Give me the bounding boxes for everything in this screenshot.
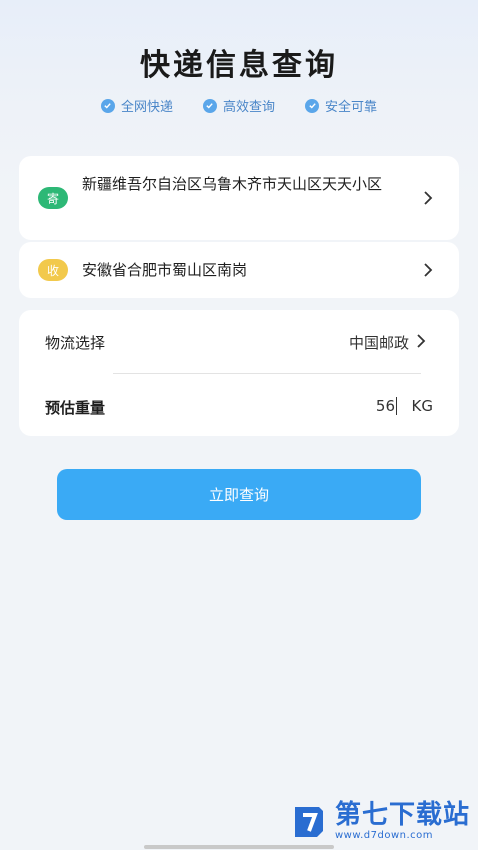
feature-item: 全网快递 bbox=[100, 96, 173, 115]
feature-label: 安全可靠 bbox=[325, 100, 378, 115]
watermark: 第七下载站 www.d7down.com bbox=[289, 800, 470, 841]
page-title: 快递信息查询 bbox=[140, 48, 338, 83]
logistics-value: 中国邮政 bbox=[348, 334, 409, 352]
receiver-address: 安徽省合肥市蜀山区南岗 bbox=[82, 261, 248, 279]
weight-label: 预估重量 bbox=[45, 399, 106, 417]
chevron-right-icon bbox=[417, 334, 426, 348]
watermark-logo-icon bbox=[294, 806, 323, 837]
options-card: 物流选择 中国邮政 预估重量 56 KG bbox=[19, 310, 459, 436]
feature-item: 安全可靠 bbox=[305, 96, 377, 115]
text-cursor bbox=[396, 397, 397, 415]
watermark-name: 第七下载站 bbox=[334, 800, 470, 830]
receiver-badge: 收 bbox=[38, 259, 68, 281]
receiver-address-card[interactable]: 收 安徽省合肥市蜀山区南岗 bbox=[19, 242, 459, 298]
query-button[interactable]: 立即查询 bbox=[57, 469, 421, 520]
logistics-label: 物流选择 bbox=[45, 334, 106, 352]
feature-list: 全网快递 高效查询 安全可靠 bbox=[0, 96, 478, 115]
chevron-right-icon bbox=[424, 191, 433, 205]
home-indicator[interactable] bbox=[144, 845, 334, 849]
sender-address: 新疆维吾尔自治区乌鲁木齐市天山区天天小区 bbox=[82, 175, 383, 193]
check-icon bbox=[202, 98, 217, 113]
check-icon bbox=[305, 98, 319, 113]
feature-item: 高效查询 bbox=[202, 96, 275, 115]
chevron-right-icon bbox=[424, 263, 433, 277]
watermark-url: www.d7down.com bbox=[334, 830, 434, 841]
divider bbox=[113, 373, 421, 374]
weight-unit: KG bbox=[411, 397, 433, 415]
watermark-text: 第七下载站 www.d7down.com bbox=[335, 800, 470, 841]
feature-label: 高效查询 bbox=[222, 100, 275, 115]
feature-label: 全网快递 bbox=[120, 100, 173, 115]
sender-address-card[interactable]: 寄 新疆维吾尔自治区乌鲁木齐市天山区天天小区 bbox=[19, 156, 459, 240]
weight-input[interactable]: 56 bbox=[376, 397, 395, 415]
sender-badge: 寄 bbox=[38, 187, 68, 209]
check-icon bbox=[100, 98, 115, 113]
